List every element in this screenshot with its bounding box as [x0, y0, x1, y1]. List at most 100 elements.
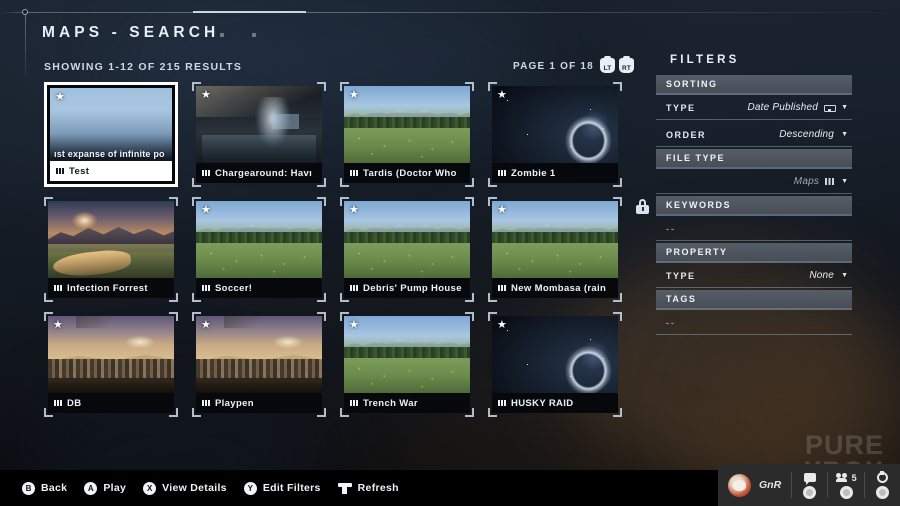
map-thumbnail-art: [492, 86, 618, 163]
bottom-button-play[interactable]: A Play: [84, 481, 126, 495]
favorite-star-icon: ★: [201, 89, 211, 101]
bottom-button-label: Edit Filters: [262, 482, 321, 494]
map-description: ıst expanse of infinite po: [54, 149, 165, 159]
map-thumbnail-art: [344, 316, 470, 393]
map-card-label: Chargearound: Havı: [196, 163, 322, 183]
sort-order-value: Descending: [779, 129, 835, 140]
map-thumbnail-art: [196, 316, 322, 393]
bottom-button-refresh[interactable]: Refresh: [337, 482, 399, 494]
map-title: Zombie 1: [511, 167, 556, 179]
keywords-row[interactable]: --: [656, 216, 852, 241]
tags-row[interactable]: --: [656, 310, 852, 335]
map-grid-row: ★ ıst expanse of infinite po Test ★ Chargear…: [44, 82, 624, 187]
map-thumbnail: ★: [344, 201, 470, 278]
map-card-label: Infection Forrest: [48, 278, 174, 298]
tray-friends-button[interactable]: 5: [828, 464, 863, 506]
keywords-section-header: KEYWORDS: [656, 196, 852, 216]
chevron-down-icon[interactable]: ▼: [841, 178, 848, 185]
bottom-button-edit-filters[interactable]: Y Edit Filters: [243, 481, 321, 495]
maps-icon: [54, 285, 62, 291]
map-thumbnail-art: [492, 201, 618, 278]
lock-icon: [636, 199, 649, 214]
menu-button-icon: [337, 482, 352, 494]
property-type-row[interactable]: TYPE None ▼: [656, 263, 852, 288]
results-count: SHOWING 1-12 OF 215 RESULTS: [44, 61, 243, 73]
watermark-line-1: PURE: [804, 430, 884, 461]
map-card[interactable]: Infection Forrest: [44, 197, 178, 302]
gamertag: GnR: [759, 479, 782, 491]
file-type-row[interactable]: Maps ▼: [656, 169, 852, 194]
maps-icon: [350, 400, 358, 406]
favorite-star-icon: ★: [201, 204, 211, 216]
map-card[interactable]: ★ Soccer!: [192, 197, 326, 302]
map-card[interactable]: ★ Playpen: [192, 312, 326, 417]
map-card[interactable]: ★ Zombie 1: [488, 82, 622, 187]
favorite-star-icon: ★: [497, 89, 507, 101]
map-thumbnail: ★: [492, 86, 618, 163]
map-thumbnail: ★ ıst expanse of infinite po: [50, 88, 172, 161]
next-page-trigger-rt-icon[interactable]: RT: [619, 56, 634, 73]
friends-count: 5: [851, 472, 857, 483]
prev-page-trigger-lt-icon[interactable]: LT: [600, 56, 615, 73]
favorite-star-icon: ★: [53, 319, 63, 331]
map-grid-row: Infection Forrest ★ Soccer! ★ Debris' Pump H…: [44, 197, 624, 302]
map-card[interactable]: ★ Tardis (Doctor Who: [340, 82, 474, 187]
tags-value: --: [666, 317, 676, 328]
tray-messages-button[interactable]: [792, 464, 827, 506]
map-card-label: Playpen: [196, 393, 322, 413]
map-card-inner: ★ ıst expanse of infinite po Test: [47, 85, 175, 184]
map-card-inner: ★ Zombie 1: [492, 86, 618, 183]
favorite-star-icon: ★: [349, 89, 359, 101]
filters-title: FILTERS: [670, 54, 740, 66]
map-card[interactable]: ★ ıst expanse of infinite po Test: [44, 82, 178, 187]
map-card[interactable]: ★ Trench War: [340, 312, 474, 417]
favorite-star-icon: ★: [55, 91, 65, 103]
gamepad-icon: [824, 103, 837, 112]
title-dot-icon: [252, 33, 256, 37]
bottom-button-view-details[interactable]: X View Details: [143, 481, 227, 495]
map-card[interactable]: ★ New Mombasa (rain: [488, 197, 622, 302]
tray-user[interactable]: GnR: [718, 473, 791, 497]
file-type-section-header: FILE TYPE: [656, 149, 852, 169]
map-card-label: Test: [50, 161, 172, 181]
maps-icon: [350, 170, 358, 176]
map-card-inner: ★ New Mombasa (rain: [492, 201, 618, 298]
map-card-label: Debris' Pump House: [344, 278, 470, 298]
map-thumbnail: ★: [196, 86, 322, 163]
map-thumbnail: ★: [48, 316, 174, 393]
map-card[interactable]: ★ Chargearound: Havı: [192, 82, 326, 187]
map-title: DB: [67, 397, 82, 409]
page-indicator: PAGE 1 OF 18: [513, 61, 594, 72]
file-type-value: Maps: [793, 176, 820, 187]
map-card[interactable]: ★ DB: [44, 312, 178, 417]
sort-type-label: TYPE: [666, 102, 696, 113]
map-card-inner: ★ Soccer!: [196, 201, 322, 298]
map-card-label: New Mombasa (rain: [492, 278, 618, 298]
header-divider: [0, 12, 900, 13]
sort-order-label: ORDER: [666, 129, 707, 140]
button-glyph-icon: [803, 485, 817, 499]
button-glyph-icon: [875, 485, 889, 499]
map-card-label: HUSKY RAID: [492, 393, 618, 413]
sort-order-row[interactable]: ORDER Descending ▼: [656, 122, 852, 147]
chevron-down-icon[interactable]: ▼: [841, 104, 848, 111]
map-thumbnail: [48, 201, 174, 278]
tray-settings-button[interactable]: [865, 464, 900, 506]
chevron-down-icon[interactable]: ▼: [841, 131, 848, 138]
favorite-star-icon: ★: [349, 204, 359, 216]
map-title: Test: [69, 165, 90, 177]
property-section-header: PROPERTY: [656, 243, 852, 263]
map-thumbnail-art: [48, 316, 174, 393]
map-card-label: Trench War: [344, 393, 470, 413]
sort-type-row[interactable]: TYPE Date Published ▼: [656, 95, 852, 120]
map-card[interactable]: ★ HUSKY RAID: [488, 312, 622, 417]
map-card-inner: ★ Playpen: [196, 316, 322, 413]
favorite-star-icon: ★: [201, 319, 211, 331]
map-card[interactable]: ★ Debris' Pump House: [340, 197, 474, 302]
chevron-down-icon[interactable]: ▼: [841, 272, 848, 279]
button-glyph-icon: X: [143, 481, 157, 495]
map-card-label: Soccer!: [196, 278, 322, 298]
bottom-button-back[interactable]: B Back: [22, 481, 67, 495]
header-vertical-line: [24, 15, 26, 77]
favorite-star-icon: ★: [497, 204, 507, 216]
